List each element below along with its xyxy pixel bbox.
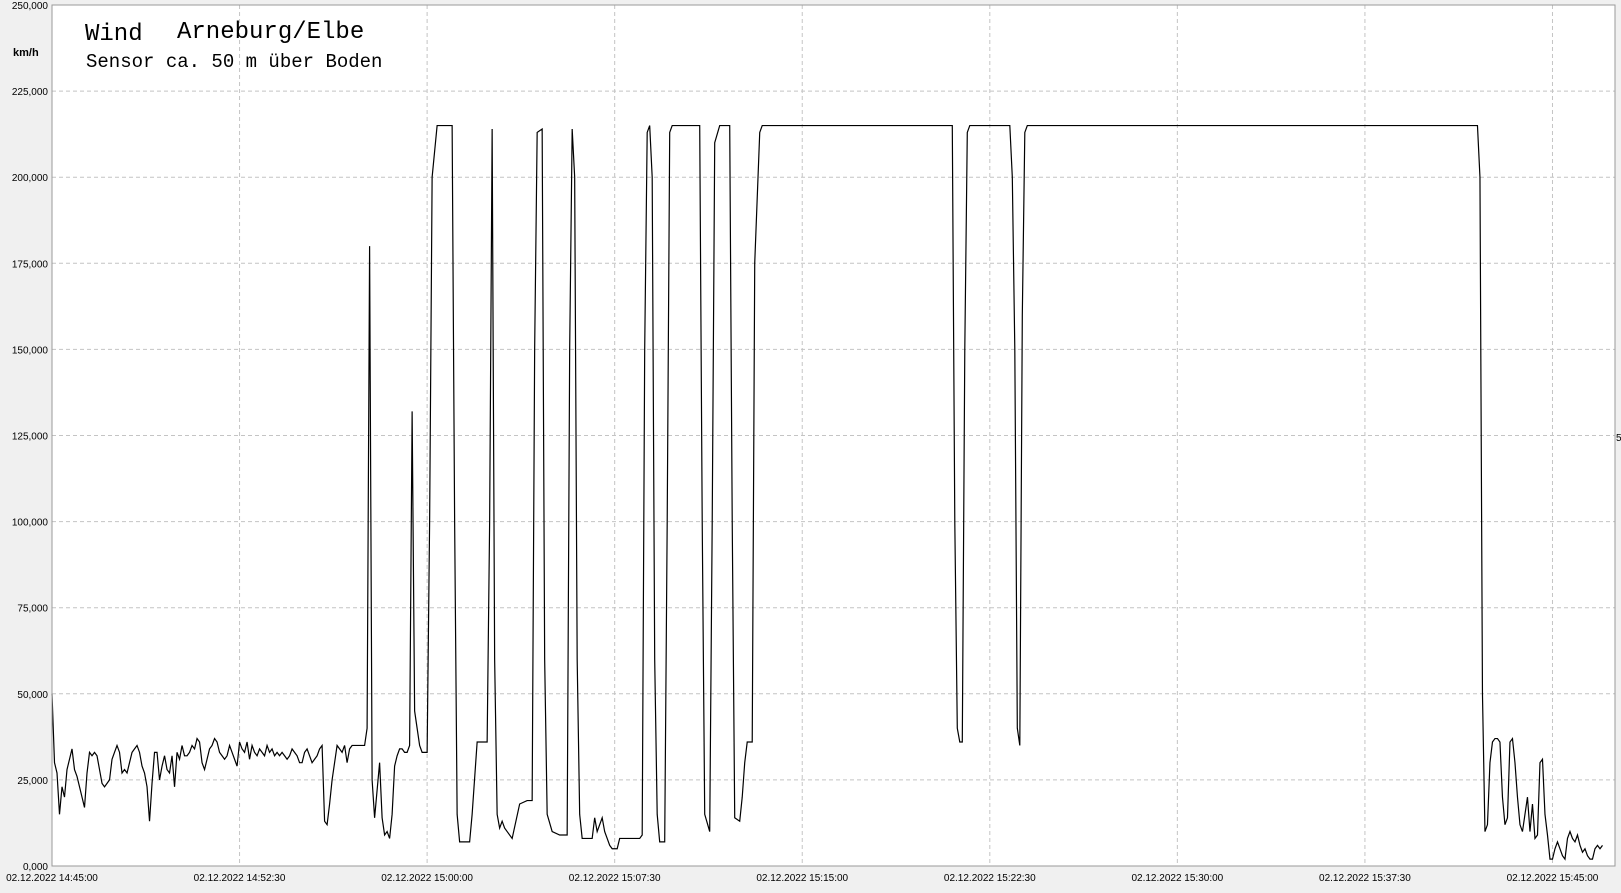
x-tick-label: 02.12.2022 15:45:00 — [1507, 873, 1599, 884]
chart-root: 0,000 25,000 50,000 75,000 100,000 125,000 150… — [0, 0, 1621, 893]
y-tick-label: 0,000 — [23, 862, 48, 873]
y-tick-label: 75,000 — [17, 604, 48, 615]
wind-chart: 0,000 25,000 50,000 75,000 100,000 125,000 150… — [6, 1, 1621, 884]
y-tick-label: 225,000 — [12, 87, 49, 98]
x-tick-label: 02.12.2022 14:52:30 — [194, 873, 286, 884]
chart-title-place: Arneburg/Elbe — [177, 19, 364, 46]
x-tick-label: 02.12.2022 15:22:30 — [944, 873, 1036, 884]
x-tick-label: 02.12.2022 15:00:00 — [381, 873, 473, 884]
y-tick-label: 25,000 — [17, 776, 48, 787]
y-tick-label: 150,000 — [12, 345, 49, 356]
y-tick-label: 50,000 — [17, 690, 48, 701]
x-tick-label: 02.12.2022 15:37:30 — [1319, 873, 1411, 884]
chart-title-word: Wind — [85, 21, 143, 48]
x-tick-label: 02.12.2022 15:30:00 — [1131, 873, 1223, 884]
y-tick-label: 100,000 — [12, 518, 49, 529]
x-tick-labels: 02.12.2022 14:45:00 02.12.2022 14:52:30 02… — [6, 873, 1599, 884]
x-tick-label: 02.12.2022 14:45:00 — [6, 873, 98, 884]
x-tick-label: 02.12.2022 15:15:00 — [756, 873, 848, 884]
y-axis-unit-label: km/h — [13, 47, 39, 59]
y-tick-label: 125,000 — [12, 432, 49, 443]
y-tick-labels: 0,000 25,000 50,000 75,000 100,000 125,000 150… — [12, 1, 49, 873]
y-tick-label: 175,000 — [12, 259, 49, 270]
x-tick-label: 02.12.2022 15:07:30 — [569, 873, 661, 884]
y-tick-label: 250,000 — [12, 1, 49, 12]
y-tick-label: 200,000 — [12, 173, 49, 184]
right-edge-label: 5 — [1616, 433, 1621, 444]
chart-subtitle: Sensor ca. 50 m über Boden — [86, 51, 382, 73]
